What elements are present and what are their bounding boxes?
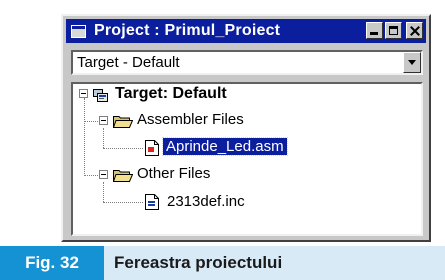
- project-tree[interactable]: Target: Default Assembler Files Aprinde_…: [71, 82, 423, 236]
- tree-group-label[interactable]: Assembler Files: [137, 111, 244, 128]
- figure-number: Fig. 32: [0, 246, 104, 280]
- project-window: Project : Primul_Proiect Target - Defaul…: [61, 14, 431, 242]
- tree-connector: [103, 148, 143, 149]
- collapse-toggle-root[interactable]: [79, 89, 88, 98]
- maximize-button[interactable]: [385, 22, 402, 39]
- window-icon: [71, 24, 86, 38]
- target-dropdown[interactable]: Target - Default: [71, 50, 423, 75]
- window-controls: [366, 22, 423, 39]
- tree-connector: [84, 175, 98, 176]
- window-title: Project : Primul_Proiect: [94, 22, 281, 39]
- title-bar[interactable]: Project : Primul_Proiect: [66, 19, 426, 43]
- collapse-toggle-assembler[interactable]: [99, 116, 108, 125]
- project-icon: [93, 89, 108, 102]
- tree-connector: [103, 128, 104, 148]
- chevron-down-icon[interactable]: [403, 52, 421, 73]
- caption-text: Fereastra proiectului: [114, 253, 283, 272]
- tree-group-label[interactable]: Other Files: [137, 165, 210, 182]
- tree-root-label[interactable]: Target: Default: [115, 85, 227, 103]
- tree-connector: [103, 202, 143, 203]
- tree-file-label[interactable]: 2313def.inc: [167, 193, 245, 210]
- tree-connector: [84, 98, 85, 176]
- tree-connector: [103, 182, 104, 202]
- asm-file-icon: [145, 140, 159, 156]
- tree-file-label-selected[interactable]: Aprinde_Led.asm: [162, 137, 288, 156]
- collapse-toggle-other[interactable]: [99, 170, 108, 179]
- target-dropdown-value: Target - Default: [77, 54, 180, 71]
- folder-open-icon: [113, 116, 133, 128]
- inc-file-icon: [145, 194, 159, 210]
- folder-open-icon: [113, 170, 133, 182]
- tree-connector: [84, 121, 98, 122]
- close-button[interactable]: [406, 22, 423, 39]
- figure-caption: Fig. 32 Fereastra proiectului: [0, 246, 445, 280]
- minimize-button[interactable]: [366, 22, 383, 39]
